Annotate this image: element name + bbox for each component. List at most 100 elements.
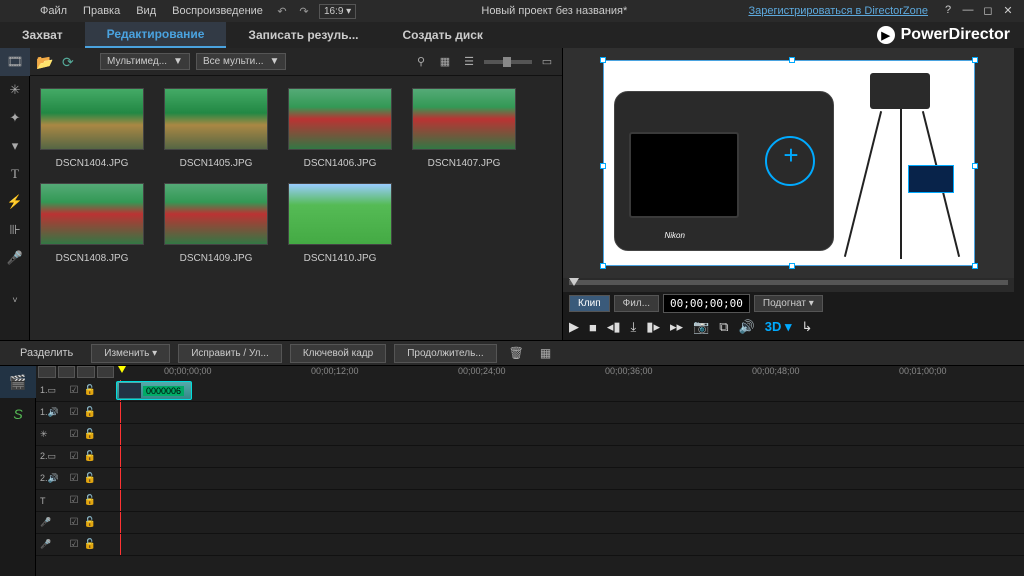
undock-icon[interactable]: ↳ — [801, 319, 812, 335]
duration-button[interactable]: Продолжитель... — [394, 344, 496, 363]
snapshot-icon[interactable]: 📷 — [693, 319, 709, 335]
undo-icon[interactable]: ↶ — [273, 2, 291, 20]
preview-scrubber[interactable] — [563, 278, 1014, 292]
timeline-view-3[interactable] — [77, 366, 95, 378]
track-header[interactable]: T☑🔓 — [36, 490, 116, 512]
lock-icon[interactable]: 🔓 — [84, 517, 96, 529]
track-header[interactable]: 🎤☑🔓 — [36, 512, 116, 534]
room-particle[interactable]: ▾ — [0, 132, 30, 160]
track-header[interactable]: 1.▭☑🔓 — [36, 380, 116, 402]
lock-icon[interactable]: 🔓 — [84, 473, 96, 485]
preview-canvas[interactable]: + Nikon — [563, 48, 1014, 278]
volume-icon[interactable]: 🔊 — [739, 319, 755, 335]
menu-view[interactable]: Вид — [128, 5, 164, 17]
track-header[interactable]: 2.▭☑🔓 — [36, 446, 116, 468]
media-thumb[interactable]: DSCN1409.JPG — [164, 183, 268, 264]
room-pip[interactable]: ✦ — [0, 104, 30, 132]
track-header[interactable]: 🎤☑🔓 — [36, 534, 116, 556]
room-fx[interactable]: ✳ — [0, 76, 30, 104]
menu-edit[interactable]: Правка — [75, 5, 128, 17]
lock-icon[interactable]: 🔓 — [84, 539, 96, 551]
room-transition[interactable]: ⚡ — [0, 188, 30, 216]
library-filter-dropdown[interactable]: Все мульти...▼ — [196, 53, 286, 70]
media-thumb[interactable]: DSCN1405.JPG — [164, 88, 268, 169]
visibility-icon[interactable]: ☑ — [68, 539, 80, 551]
3d-button[interactable]: 3D ▾ — [765, 319, 792, 335]
maximize-icon[interactable]: ◻ — [980, 4, 996, 18]
more-options-icon[interactable]: ▦ — [536, 346, 555, 360]
timeline-view-2[interactable] — [58, 366, 76, 378]
help-icon[interactable]: ? — [940, 4, 956, 18]
thumbnail-size-slider[interactable] — [484, 60, 532, 64]
directorzone-link[interactable]: Зарегистрироваться в DirectorZone — [748, 5, 928, 17]
playhead-icon[interactable] — [118, 366, 126, 373]
tab-edit[interactable]: Редактирование — [85, 22, 227, 48]
preview-mode-clip[interactable]: Клип — [569, 295, 610, 312]
menu-file[interactable]: Файл — [32, 5, 75, 17]
visibility-icon[interactable]: ☑ — [68, 385, 80, 397]
library-category-dropdown[interactable]: Мультимед...▼ — [100, 53, 190, 70]
aspect-ratio-selector[interactable]: 16:9 ▾ — [319, 4, 356, 19]
list-view-icon[interactable]: ☰ — [460, 53, 478, 71]
media-thumb[interactable]: DSCN1406.JPG — [288, 88, 392, 169]
redo-icon[interactable]: ↷ — [295, 2, 313, 20]
time-ruler[interactable]: 00;00;00;00 00;00;12;00 00;00;24;00 00;0… — [116, 366, 1024, 380]
room-audio-mix[interactable]: ⊪ — [0, 216, 30, 244]
grid-view-icon[interactable]: ▦ — [436, 53, 454, 71]
lock-icon[interactable]: 🔓 — [84, 451, 96, 463]
stop-icon[interactable]: ■ — [589, 320, 597, 335]
play-icon[interactable]: ▶ — [569, 319, 579, 335]
track-header[interactable]: ✳☑🔓 — [36, 424, 116, 446]
trash-icon[interactable]: 🗑 — [505, 346, 528, 360]
room-more[interactable]: ˅ — [0, 286, 30, 314]
refresh-icon[interactable]: ⟳ — [62, 54, 82, 70]
fit-button[interactable]: Подогнат ▾ — [754, 295, 823, 312]
keyframe-button[interactable]: Ключевой кадр — [290, 344, 386, 363]
slideshow-mode-icon[interactable]: S — [0, 398, 36, 430]
visibility-icon[interactable]: ☑ — [68, 407, 80, 419]
lock-icon[interactable]: 🔓 — [84, 385, 96, 397]
visibility-icon[interactable]: ☑ — [68, 495, 80, 507]
room-voice[interactable]: 🎤 — [0, 244, 30, 272]
room-media[interactable]: 🎞 — [0, 48, 30, 76]
track-header[interactable]: 1.🔊☑🔓 — [36, 402, 116, 424]
menu-playback[interactable]: Воспроизведение — [164, 5, 271, 17]
room-title[interactable]: T — [0, 160, 30, 188]
visibility-icon[interactable]: ☑ — [68, 429, 80, 441]
import-folder-icon[interactable]: 📂 — [36, 54, 56, 70]
step-icon[interactable]: ⤓ — [631, 319, 637, 335]
lock-icon[interactable]: 🔓 — [84, 429, 96, 441]
preview-mode-film[interactable]: Фил... — [614, 295, 659, 312]
media-thumb[interactable]: DSCN1408.JPG — [40, 183, 144, 264]
timecode-display[interactable]: 00;00;00;00 — [663, 294, 750, 313]
search-icon[interactable]: ⚲ — [412, 53, 430, 71]
track-header[interactable]: 2.🔊☑🔓 — [36, 468, 116, 490]
display-icon[interactable]: ⧉ — [719, 319, 728, 335]
next-frame-icon[interactable]: ▮▸ — [646, 319, 660, 335]
timeline-clip[interactable]: 0000006 — [116, 381, 192, 400]
media-thumb[interactable]: DSCN1407.JPG — [412, 88, 516, 169]
fast-forward-icon[interactable]: ▸▸ — [670, 319, 683, 335]
media-thumb[interactable]: DSCN1410.JPG — [288, 183, 392, 264]
lock-icon[interactable]: 🔓 — [84, 407, 96, 419]
timeline-view-4[interactable] — [97, 366, 115, 378]
tab-capture[interactable]: Захват — [0, 22, 85, 48]
timeline-view-1[interactable] — [38, 366, 56, 378]
visibility-icon[interactable]: ☑ — [68, 473, 80, 485]
visibility-icon[interactable]: ☑ — [68, 517, 80, 529]
track-content-area[interactable]: 0000006 — [116, 380, 1024, 556]
minimize-icon[interactable]: — — [960, 4, 976, 18]
close-icon[interactable]: ✕ — [1000, 4, 1016, 18]
prev-frame-icon[interactable]: ◂▮ — [607, 319, 621, 335]
lock-icon[interactable]: 🔓 — [84, 495, 96, 507]
library-menu-icon[interactable]: ▭ — [538, 53, 556, 71]
movie-mode-icon[interactable]: 🎬 — [0, 366, 36, 398]
visibility-icon[interactable]: ☑ — [68, 451, 80, 463]
tab-disc[interactable]: Создать диск — [381, 22, 505, 48]
fix-enhance-button[interactable]: Исправить / Ул... — [178, 344, 282, 363]
modify-button[interactable]: Изменить ▾ — [91, 344, 170, 363]
split-button[interactable]: Разделить — [10, 347, 83, 359]
tab-produce[interactable]: Записать резуль... — [226, 22, 380, 48]
selected-clip-frame[interactable]: + Nikon — [603, 60, 975, 266]
media-thumb[interactable]: DSCN1404.JPG — [40, 88, 144, 169]
